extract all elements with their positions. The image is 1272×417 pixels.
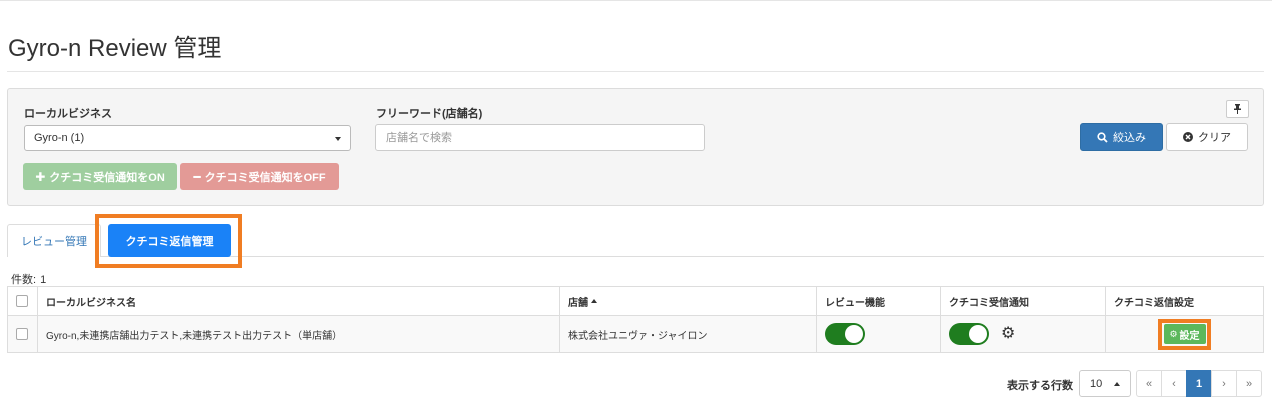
results-table: ローカルビジネス名 店舗 レビュー機能 クチコミ受信通知 クチコミ返信設定 Gy…	[7, 286, 1264, 353]
row-select-cell	[8, 316, 36, 352]
sort-up-icon	[591, 299, 597, 303]
notify-on-label: クチコミ受信通知をON	[49, 171, 165, 184]
caret-up-icon	[1114, 382, 1120, 386]
pin-icon	[1234, 104, 1241, 114]
notification-cell: ⚙	[940, 316, 1105, 352]
header-review-feature: レビュー機能	[816, 287, 940, 315]
review-feature-toggle[interactable]	[825, 323, 865, 345]
store-cell: 株式会社ユニヴァ・ジャイロン	[559, 316, 816, 352]
plus-icon: ✚	[35, 169, 46, 184]
page-first-button[interactable]: «	[1136, 370, 1162, 397]
tab-review-management[interactable]: レビュー管理	[7, 224, 101, 257]
notify-off-label: クチコミ受信通知をOFF	[204, 171, 326, 184]
header-business-name[interactable]: ローカルビジネス名	[37, 287, 559, 315]
local-business-select[interactable]: Gyro-n (1)	[24, 125, 351, 151]
page-current-button[interactable]: 1	[1186, 370, 1212, 397]
reply-settings-button[interactable]: ⚙ 設定	[1163, 324, 1206, 344]
freeword-label: フリーワード(店舗名)	[376, 108, 483, 120]
notify-on-button[interactable]: ✚ クチコミ受信通知をON	[23, 163, 177, 190]
result-count-value: 1	[40, 274, 47, 286]
select-all-cell	[8, 287, 36, 315]
notify-off-button[interactable]: ━ クチコミ受信通知をOFF	[180, 163, 339, 190]
review-feature-cell	[816, 316, 940, 352]
header-store[interactable]: 店舗	[559, 287, 816, 315]
table-row: Gyro-n,未連携店舗出力テスト,未連携テスト出力テスト（単店舗） 株式会社ユ…	[8, 316, 1263, 352]
result-count-label: 件数:	[11, 274, 37, 286]
rows-per-page-label: 表示する行数	[1007, 380, 1073, 392]
pagination: « ‹ 1 › »	[1136, 370, 1262, 397]
top-border	[0, 0, 1272, 1]
rows-per-page-value: 10	[1090, 377, 1103, 390]
local-business-label: ローカルビジネス	[24, 108, 112, 120]
gear-icon[interactable]: ⚙	[1001, 326, 1015, 342]
reply-settings-cell: ⚙ 設定	[1105, 316, 1263, 352]
page-last-button[interactable]: »	[1236, 370, 1262, 397]
local-business-select-value: Gyro-n (1)	[34, 132, 85, 144]
rows-per-page-select[interactable]: 10	[1079, 370, 1131, 397]
header-notification: クチコミ受信通知	[940, 287, 1105, 315]
title-divider	[7, 71, 1264, 72]
minus-icon: ━	[193, 169, 201, 184]
table-header: ローカルビジネス名 店舗 レビュー機能 クチコミ受信通知 クチコミ返信設定	[8, 287, 1263, 316]
gear-icon: ⚙	[1169, 328, 1178, 339]
tab-reply-management[interactable]: クチコミ返信管理	[108, 224, 231, 257]
filter-panel: ローカルビジネス Gyro-n (1) フリーワード(店舗名) ✚ クチコミ受信…	[7, 88, 1264, 206]
toggle-knob	[845, 325, 863, 343]
select-all-checkbox[interactable]	[16, 295, 28, 307]
page-title: Gyro-n Review 管理	[8, 35, 222, 62]
freeword-input[interactable]	[375, 124, 705, 151]
clear-icon	[1183, 132, 1193, 142]
search-icon	[1097, 131, 1108, 143]
pin-button[interactable]	[1226, 100, 1249, 118]
reply-settings-label: 設定	[1179, 330, 1200, 342]
page-next-button[interactable]: ›	[1211, 370, 1237, 397]
business-name-cell: Gyro-n,未連携店舗出力テスト,未連携テスト出力テスト（単店舗）	[37, 316, 559, 352]
result-count: 件数: 1	[11, 271, 46, 287]
header-reply-settings: クチコミ返信設定	[1105, 287, 1263, 315]
settings-highlight-frame: ⚙ 設定	[1158, 318, 1211, 350]
toggle-knob	[969, 325, 987, 343]
header-store-label: 店舗	[568, 297, 588, 309]
page-prev-button[interactable]: ‹	[1161, 370, 1187, 397]
clear-button-label: クリア	[1198, 132, 1231, 144]
row-checkbox[interactable]	[16, 328, 28, 340]
search-button[interactable]: 絞込み	[1080, 123, 1163, 151]
caret-down-icon	[335, 137, 341, 141]
search-button-label: 絞込み	[1113, 132, 1146, 144]
notification-toggle[interactable]	[949, 323, 989, 345]
clear-button[interactable]: クリア	[1166, 123, 1248, 151]
